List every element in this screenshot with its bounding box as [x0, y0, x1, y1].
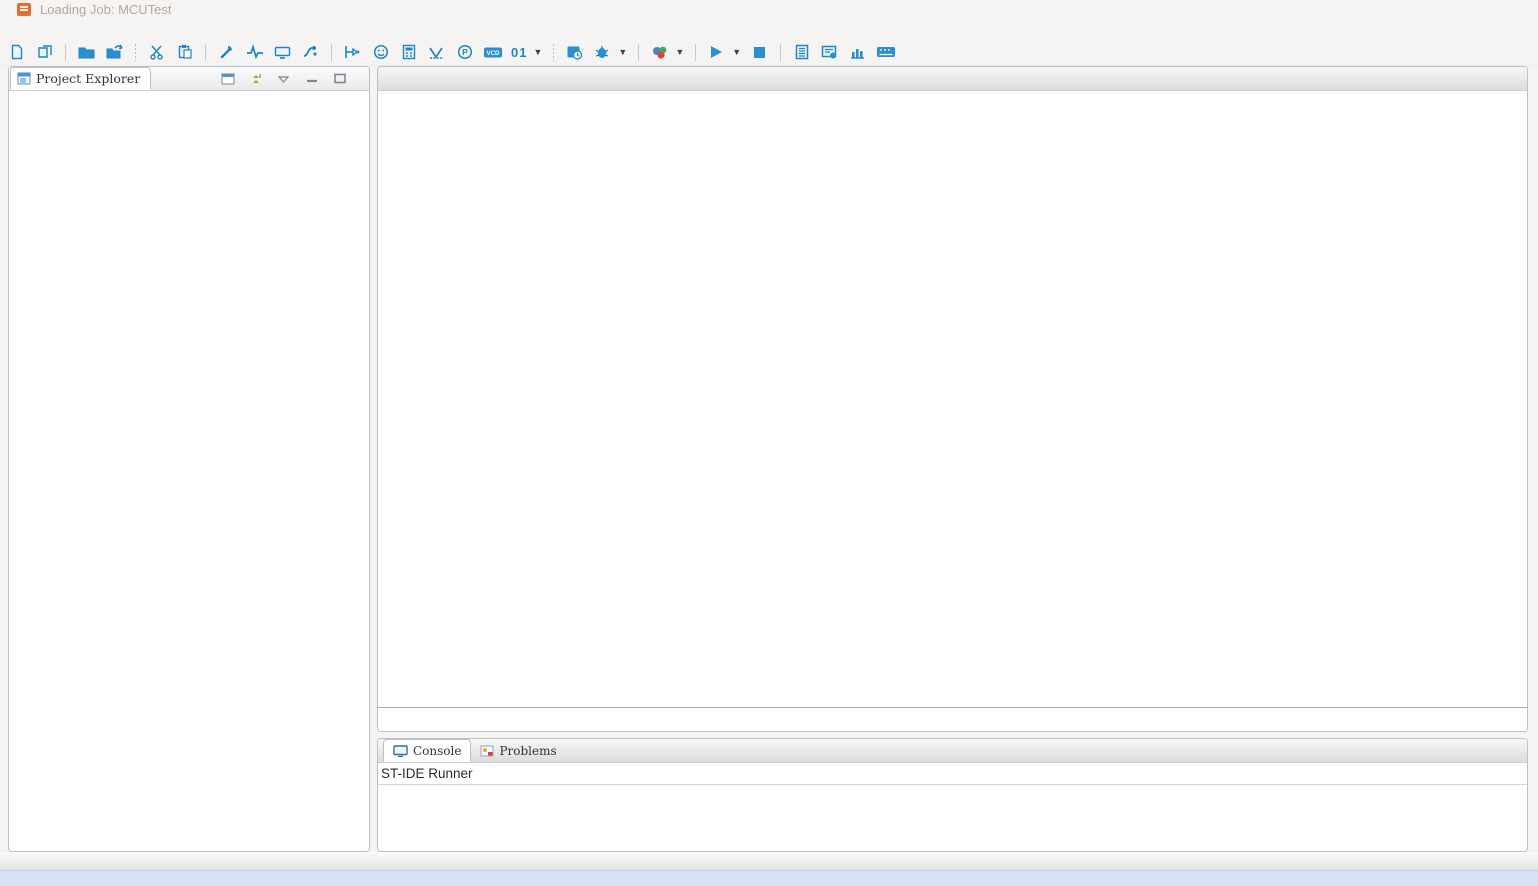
editor-tabstrip	[378, 67, 1527, 91]
tab-project-explorer[interactable]: Project Explorer	[10, 67, 151, 90]
tab-problems-label: Problems	[499, 744, 556, 758]
minimize-icon[interactable]	[304, 71, 319, 86]
toolbar-separator	[695, 44, 696, 61]
open-job-icon[interactable]	[77, 43, 96, 62]
console-icon	[393, 745, 408, 757]
project-tree	[9, 91, 369, 851]
resources-caret-icon[interactable]: ▼	[675, 47, 684, 57]
export-job-icon[interactable]	[105, 43, 124, 62]
calipers-icon[interactable]	[343, 43, 362, 62]
console-runner-label: ST-IDE Runner	[378, 763, 1527, 785]
smiley-icon[interactable]	[371, 43, 390, 62]
config-view-icon[interactable]	[820, 43, 839, 62]
menubar	[0, 18, 1538, 39]
panel-view-icon[interactable]	[876, 43, 895, 62]
editor-content	[378, 91, 1527, 731]
project-explorer-header: Project Explorer	[9, 67, 369, 91]
status-bar	[0, 852, 1538, 870]
toolbar-separator	[780, 44, 781, 61]
titlebar: Loading Job: MCUTest	[0, 0, 1538, 18]
resources-icon[interactable]	[650, 43, 669, 62]
paste-icon[interactable]	[175, 43, 194, 62]
cut-icon[interactable]	[147, 43, 166, 62]
run-caret-icon[interactable]: ▼	[732, 47, 741, 57]
svg-text:VCD: VCD	[486, 50, 500, 57]
save-all-icon[interactable]	[35, 43, 54, 62]
svg-text:P: P	[462, 47, 468, 57]
console-tabstrip: Console Problems	[378, 739, 1527, 763]
pattern-counter-caret-icon[interactable]: ▼	[533, 47, 542, 57]
log-view-icon[interactable]	[792, 43, 811, 62]
console-panel: Console Problems ST-IDE Runner	[377, 738, 1528, 852]
problems-icon	[480, 744, 494, 757]
toolbar-separator	[553, 44, 554, 61]
tab-console-label: Console	[413, 744, 461, 758]
project-explorer-panel: Project Explorer	[8, 66, 370, 852]
stop-icon[interactable]	[750, 43, 769, 62]
view-menu-icon[interactable]	[276, 71, 291, 86]
new-file-icon[interactable]	[7, 43, 26, 62]
focus-view-icon[interactable]	[220, 71, 235, 86]
main-toolbar: P VCD 01 ▼ ▼ ▼ ▼	[0, 39, 1538, 66]
console-output	[378, 785, 1527, 788]
calculator-icon[interactable]	[399, 43, 418, 62]
bottom-strip	[0, 870, 1538, 886]
sheet-tabs	[378, 707, 1527, 731]
debug-caret-icon[interactable]: ▼	[618, 47, 627, 57]
tab-problems[interactable]: Problems	[471, 739, 565, 762]
chart-view-icon[interactable]	[848, 43, 867, 62]
debug-bug-icon[interactable]	[593, 43, 612, 62]
tools-wrench-icon[interactable]	[217, 43, 236, 62]
app-icon	[17, 3, 31, 16]
toolbar-separator	[638, 44, 639, 61]
pattern-p-icon[interactable]: P	[455, 43, 474, 62]
tab-console[interactable]: Console	[383, 739, 471, 762]
editor-panel	[377, 66, 1528, 732]
toolbar-separator	[205, 44, 206, 61]
window-title: Loading Job: MCUTest	[40, 2, 172, 17]
toolbar-separator	[135, 44, 136, 61]
tab-project-explorer-label: Project Explorer	[36, 71, 140, 86]
collapse-all-icon[interactable]	[248, 71, 263, 86]
pattern-counter[interactable]: 01	[511, 45, 527, 60]
maximize-icon[interactable]	[332, 71, 347, 86]
wafer-check-icon[interactable]	[427, 43, 446, 62]
toolbar-separator	[331, 44, 332, 61]
vcd-icon[interactable]: VCD	[483, 43, 502, 62]
scheduler-icon[interactable]	[565, 43, 584, 62]
toolbar-separator	[65, 44, 66, 61]
monitor-icon[interactable]	[273, 43, 292, 62]
waveform-icon[interactable]	[245, 43, 264, 62]
explorer-icon	[17, 72, 31, 85]
run-icon[interactable]	[707, 43, 726, 62]
signal-route-icon[interactable]	[301, 43, 320, 62]
